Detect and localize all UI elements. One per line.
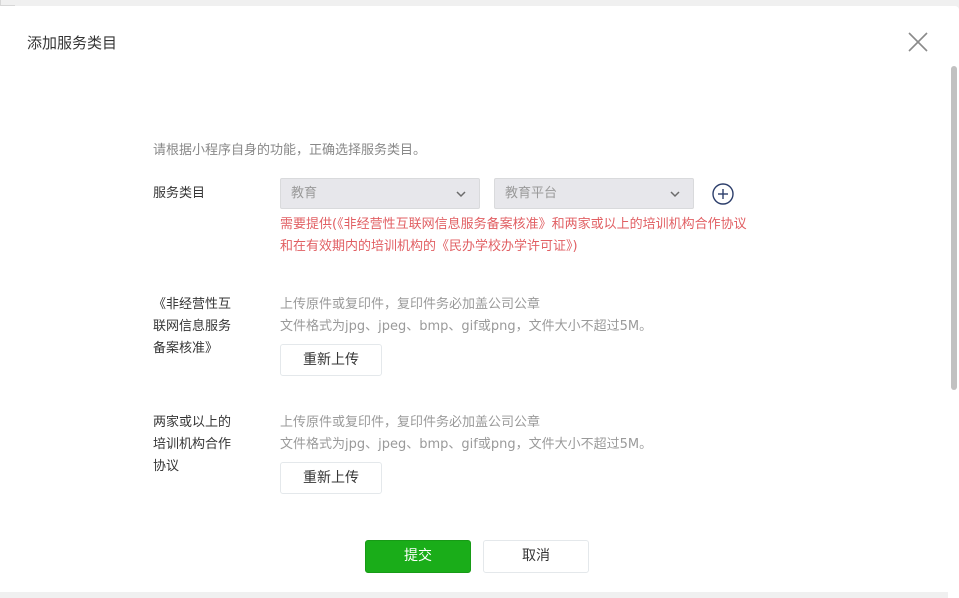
upload-label-line: 备案核准》	[153, 341, 219, 356]
upload-desc-line-2: 文件格式为jpg、jpeg、bmp、gif或png，文件大小不超过5M。	[280, 319, 653, 334]
scrollbar-thumb[interactable]	[951, 66, 957, 390]
upload-label-agreement: 两家或以上的 培训机构合作 协议	[153, 412, 253, 478]
add-category-button[interactable]	[711, 182, 735, 206]
close-icon	[908, 32, 928, 52]
upload-label-line: 协议	[153, 459, 180, 474]
secondary-category-select[interactable]: 教育平台	[494, 178, 694, 209]
reupload-agreement-button[interactable]: 重新上传	[280, 462, 382, 494]
chevron-down-icon	[456, 191, 466, 198]
upload-label-line: 《非经营性互	[153, 297, 232, 312]
upload-desc-line-1: 上传原件或复印件，复印件务必加盖公司公章	[280, 297, 541, 312]
primary-category-select[interactable]: 教育	[280, 178, 480, 209]
cancel-button[interactable]: 取消	[483, 540, 589, 573]
upload-label-line: 培训机构合作	[153, 437, 232, 452]
submit-button[interactable]: 提交	[365, 540, 471, 573]
close-button[interactable]	[906, 30, 930, 54]
upload-label-line: 两家或以上的	[153, 415, 232, 430]
form-hint: 请根据小程序自身的功能，正确选择服务类目。	[153, 143, 427, 158]
secondary-category-value: 教育平台	[505, 186, 558, 201]
warning-text-line-2: 和在有效期内的培训机构的《民办学校办学许可证》)	[280, 239, 578, 254]
reupload-license-button[interactable]: 重新上传	[280, 344, 382, 376]
warning-text-line-1: 需要提供(《非经营性互联网信息服务备案核准》和两家或以上的培训机构合作协议	[280, 217, 747, 232]
upload-label-license: 《非经营性互 联网信息服务 备案核准》	[153, 294, 253, 360]
upload-desc-line-2: 文件格式为jpg、jpeg、bmp、gif或png，文件大小不超过5M。	[280, 437, 653, 452]
upload-label-line: 联网信息服务	[153, 319, 232, 334]
upload-desc-line-1: 上传原件或复印件，复印件务必加盖公司公章	[280, 415, 541, 430]
chevron-down-icon	[670, 191, 680, 198]
dialog-title: 添加服务类目	[27, 34, 118, 52]
primary-category-value: 教育	[291, 186, 318, 201]
plus-circle-icon	[712, 183, 734, 205]
category-label: 服务类目	[153, 186, 206, 201]
